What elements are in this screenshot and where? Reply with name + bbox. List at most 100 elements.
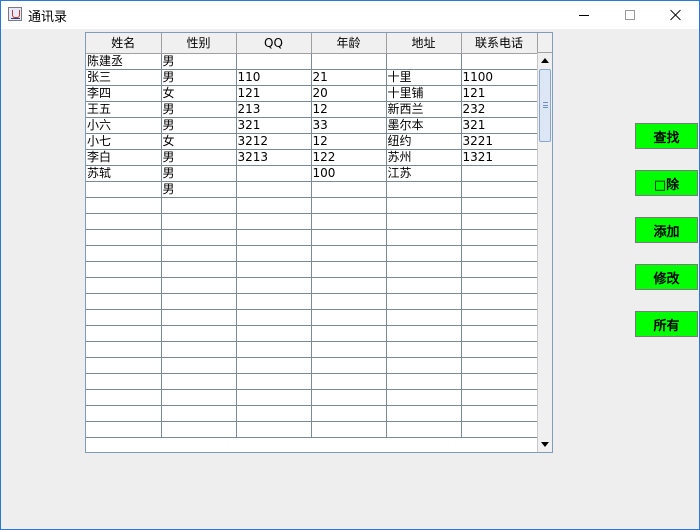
table-cell[interactable] [461,261,537,278]
table-cell[interactable] [386,325,462,342]
table-cell[interactable] [311,389,387,406]
table-row[interactable] [86,341,537,358]
table-row[interactable] [86,373,537,390]
table-cell[interactable] [161,325,237,342]
table-cell[interactable] [311,213,387,230]
table-cell[interactable]: 3212 [236,133,312,150]
table-cell[interactable] [311,197,387,214]
table-cell[interactable] [86,341,162,358]
table-cell[interactable] [161,389,237,406]
table-cell[interactable] [386,277,462,294]
table-row[interactable]: 陈建丞男 [86,53,537,70]
table-cell[interactable] [86,213,162,230]
table-cell[interactable]: 女 [161,85,237,102]
table-cell[interactable] [236,197,312,214]
table-cell[interactable] [311,373,387,390]
table-cell[interactable] [386,309,462,326]
table-cell[interactable] [236,181,312,198]
table-cell[interactable] [461,373,537,390]
table-cell[interactable]: 3213 [236,149,312,166]
table-cell[interactable]: 男 [161,181,237,198]
table-row[interactable] [86,421,537,438]
table-cell[interactable]: 陈建丞 [86,53,162,70]
table-cell[interactable] [386,405,462,422]
column-header[interactable]: 姓名 [86,33,162,54]
table-cell[interactable]: 女 [161,133,237,150]
table-cell[interactable]: 12 [311,101,387,118]
table-cell[interactable]: 121 [236,85,312,102]
table-row[interactable]: 苏轼男 100 江苏 [86,165,537,182]
table-cell[interactable] [86,261,162,278]
table-row[interactable] [86,277,537,294]
table-cell[interactable]: 3221 [461,133,537,150]
maximize-button[interactable] [607,1,653,29]
table-cell[interactable]: 1100 [461,69,537,86]
table-row[interactable] [86,197,537,214]
table-cell[interactable] [161,229,237,246]
table-cell[interactable] [161,309,237,326]
table-cell[interactable] [236,357,312,374]
table-cell[interactable] [461,277,537,294]
table-cell[interactable] [386,245,462,262]
table-cell[interactable] [386,373,462,390]
table-cell[interactable]: 李四 [86,85,162,102]
table-row[interactable] [86,245,537,262]
close-button[interactable] [653,1,699,29]
table-row[interactable]: 小七女 3212 12 纽约 3221 [86,133,537,150]
table-cell[interactable]: 321 [236,117,312,134]
table-cell[interactable] [236,341,312,358]
table-cell[interactable] [86,373,162,390]
table-cell[interactable] [86,197,162,214]
table-cell[interactable] [386,181,462,198]
table-cell[interactable]: 苏轼 [86,165,162,182]
table-row[interactable] [86,293,537,310]
edit-button[interactable]: 修改 [635,264,698,290]
table-row[interactable] [86,325,537,342]
table-row[interactable]: 小六男 321 33 墨尔本 321 [86,117,537,134]
table-cell[interactable]: 121 [461,85,537,102]
table-cell[interactable]: 21 [311,69,387,86]
table-cell[interactable] [86,309,162,326]
table-row[interactable] [86,357,537,374]
table-cell[interactable] [461,341,537,358]
table-cell[interactable] [461,421,537,438]
table-cell[interactable] [86,293,162,310]
table-cell[interactable] [311,421,387,438]
table-cell[interactable] [236,421,312,438]
table-cell[interactable] [461,293,537,310]
table-cell[interactable] [386,213,462,230]
table-cell[interactable]: 110 [236,69,312,86]
vertical-scrollbar[interactable] [537,53,552,452]
table-cell[interactable] [386,229,462,246]
table-cell[interactable] [86,325,162,342]
table-cell[interactable] [161,197,237,214]
table-cell[interactable] [236,325,312,342]
table-cell[interactable] [311,309,387,326]
table-row[interactable] [86,213,537,230]
table-cell[interactable] [86,357,162,374]
table-cell[interactable]: 232 [461,101,537,118]
table-cell[interactable] [386,341,462,358]
table-cell[interactable] [311,277,387,294]
table-cell[interactable] [311,181,387,198]
column-header[interactable]: 联系电话 [461,33,537,54]
table-cell[interactable] [161,277,237,294]
search-button[interactable]: 查找 [635,123,698,149]
table-cell[interactable]: 小六 [86,117,162,134]
table-cell[interactable] [236,373,312,390]
table-row[interactable]: 李四女 121 20 十里铺 121 [86,85,537,102]
table-cell[interactable]: 1321 [461,149,537,166]
table-cell[interactable] [86,389,162,406]
table-cell[interactable]: 男 [161,165,237,182]
table-row[interactable] [86,405,537,422]
table-cell[interactable]: 张三 [86,69,162,86]
table-cell[interactable] [386,421,462,438]
table-row[interactable] [86,229,537,246]
table-cell[interactable]: 男 [161,101,237,118]
table-cell[interactable] [86,229,162,246]
table-cell[interactable] [236,53,312,70]
table-cell[interactable] [461,357,537,374]
table-row[interactable] [86,261,537,278]
table-cell[interactable]: 新西兰 [386,101,462,118]
table-cell[interactable] [461,53,537,70]
